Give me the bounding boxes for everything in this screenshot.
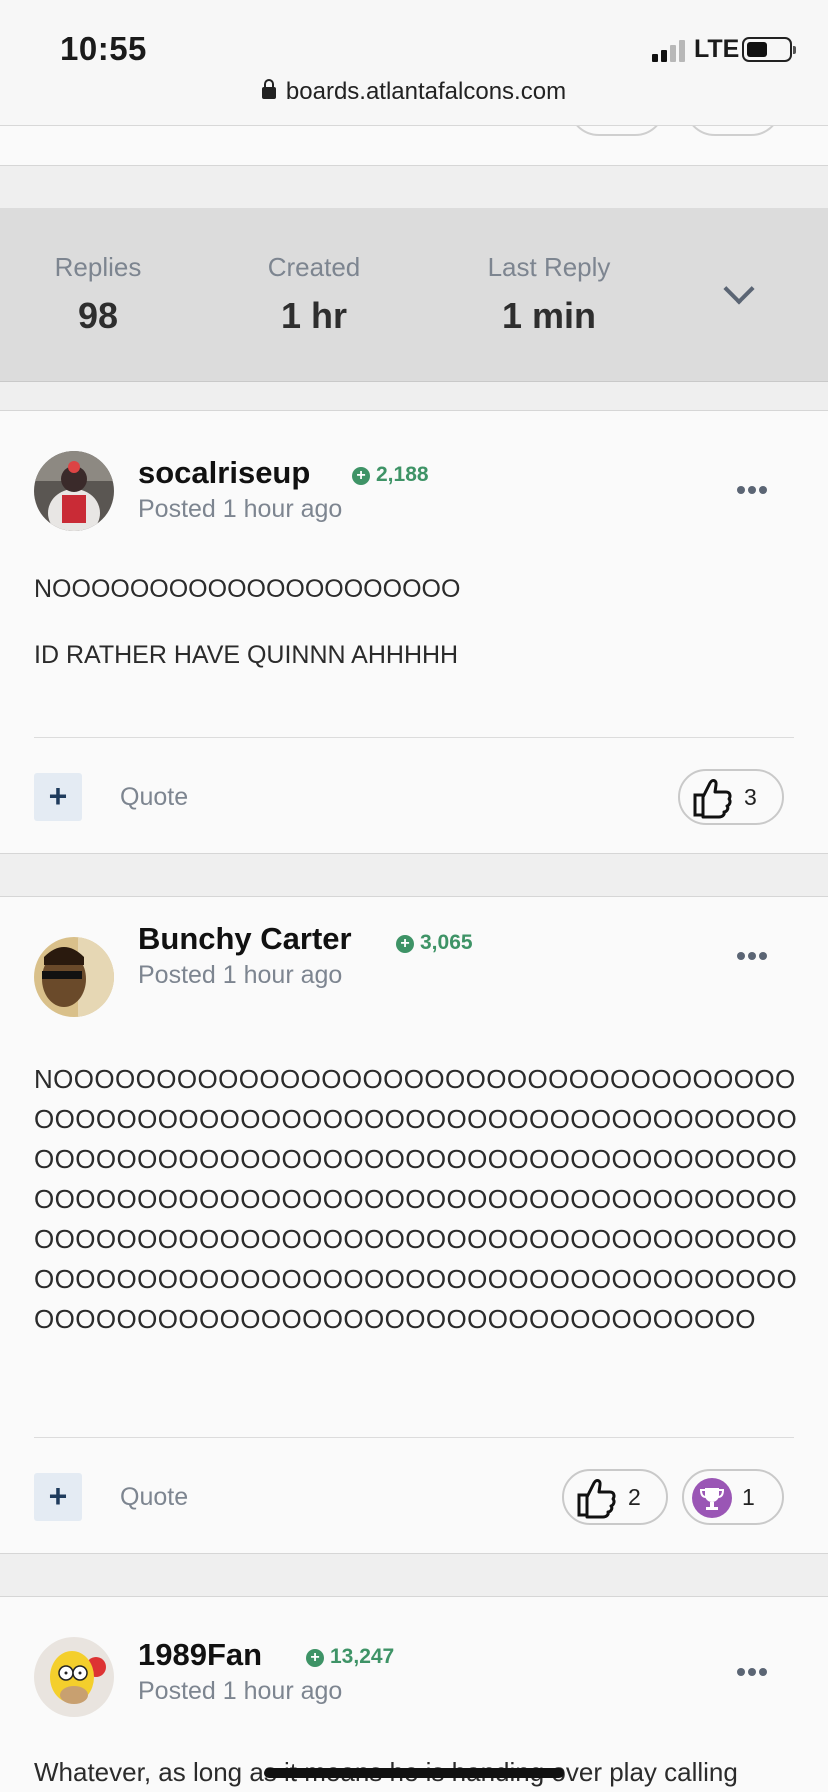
- home-indicator: [264, 1768, 564, 1778]
- trophy-icon: [692, 1478, 732, 1518]
- reputation-count: 3,065: [420, 931, 473, 954]
- more-options-icon[interactable]: [737, 1663, 770, 1681]
- thumbs-up-icon: [577, 1479, 616, 1519]
- url-text: boards.atlantafalcons.com: [285, 78, 567, 105]
- reputation-badge: +2,188: [352, 463, 429, 487]
- stat-value: 1 hr: [280, 295, 348, 336]
- reaction-count: 3: [744, 784, 757, 810]
- post-card: socalriseup +2,188 Posted 1 hour ago NOO…: [0, 410, 828, 854]
- author-name[interactable]: socalriseup: [138, 455, 310, 491]
- stat-replies: Replies 98: [50, 252, 146, 337]
- more-options-icon[interactable]: [737, 481, 770, 499]
- post-body-line: NOOOOOOOOOOOOOOOOOOOOO: [34, 575, 461, 603]
- stat-label: Last Reply: [487, 252, 611, 282]
- post-timestamp: Posted 1 hour ago: [138, 961, 343, 989]
- lock-icon: [261, 79, 276, 99]
- reputation-count: 2,188: [376, 463, 429, 486]
- author-name[interactable]: Bunchy Carter: [138, 921, 352, 957]
- thumbs-up-icon: [693, 779, 732, 819]
- author-name[interactable]: 1989Fan: [138, 1637, 262, 1673]
- cellular-signal-icon: [652, 38, 690, 62]
- multiquote-button[interactable]: +: [34, 773, 82, 821]
- reaction-count: 2: [628, 1484, 641, 1510]
- reaction-like-button[interactable]: 3: [678, 769, 784, 825]
- stat-label: Replies: [54, 252, 142, 282]
- battery-icon: [742, 37, 796, 62]
- plus-circle-icon: +: [396, 935, 414, 953]
- multiquote-button[interactable]: +: [34, 1473, 82, 1521]
- address-bar[interactable]: boards.atlantafalcons.com: [0, 78, 828, 106]
- reputation-badge: +13,247: [306, 1645, 394, 1669]
- reputation-count: 13,247: [330, 1645, 395, 1668]
- stat-last-reply: Last Reply 1 min: [482, 252, 616, 337]
- post-timestamp: Posted 1 hour ago: [138, 1677, 343, 1705]
- stat-created: Created 1 hr: [262, 252, 366, 337]
- post-card: 1989Fan +13,247 Posted 1 hour ago Whatev…: [0, 1596, 828, 1792]
- status-time: 10:55: [60, 30, 147, 67]
- stat-label: Created: [267, 252, 361, 282]
- avatar[interactable]: [34, 937, 114, 1017]
- plus-circle-icon: +: [352, 467, 370, 485]
- stat-value: 1 min: [501, 295, 597, 336]
- quote-button[interactable]: Quote: [120, 1483, 188, 1512]
- more-options-icon[interactable]: [737, 947, 770, 965]
- divider: [34, 737, 794, 738]
- topic-stats-bar: Replies 98 Created 1 hr Last Reply 1 min: [0, 208, 828, 382]
- reaction-like-button[interactable]: 2: [562, 1469, 668, 1525]
- browser-top-bar: 10:55 LTE boards.atlantafalcons.com: [0, 0, 828, 126]
- stat-value: 98: [77, 295, 119, 336]
- network-type: LTE: [694, 35, 740, 63]
- post-body: NOOOOOOOOOOOOOOOOOOOOOOOOOOOOOOOOOOOOOOO…: [34, 1064, 798, 1334]
- post-body-line: ID RATHER HAVE QUINNN AHHHHH: [34, 641, 459, 669]
- post-card: Bunchy Carter +3,065 Posted 1 hour ago N…: [0, 896, 828, 1554]
- quote-button[interactable]: Quote: [120, 783, 188, 812]
- divider: [34, 1437, 794, 1438]
- post-timestamp: Posted 1 hour ago: [138, 495, 343, 523]
- plus-circle-icon: +: [306, 1649, 324, 1667]
- avatar[interactable]: [34, 1637, 114, 1717]
- reaction-count: 1: [742, 1484, 755, 1510]
- reaction-trophy-button[interactable]: 1: [682, 1469, 784, 1525]
- avatar[interactable]: [34, 451, 114, 531]
- reputation-badge: +3,065: [396, 931, 473, 955]
